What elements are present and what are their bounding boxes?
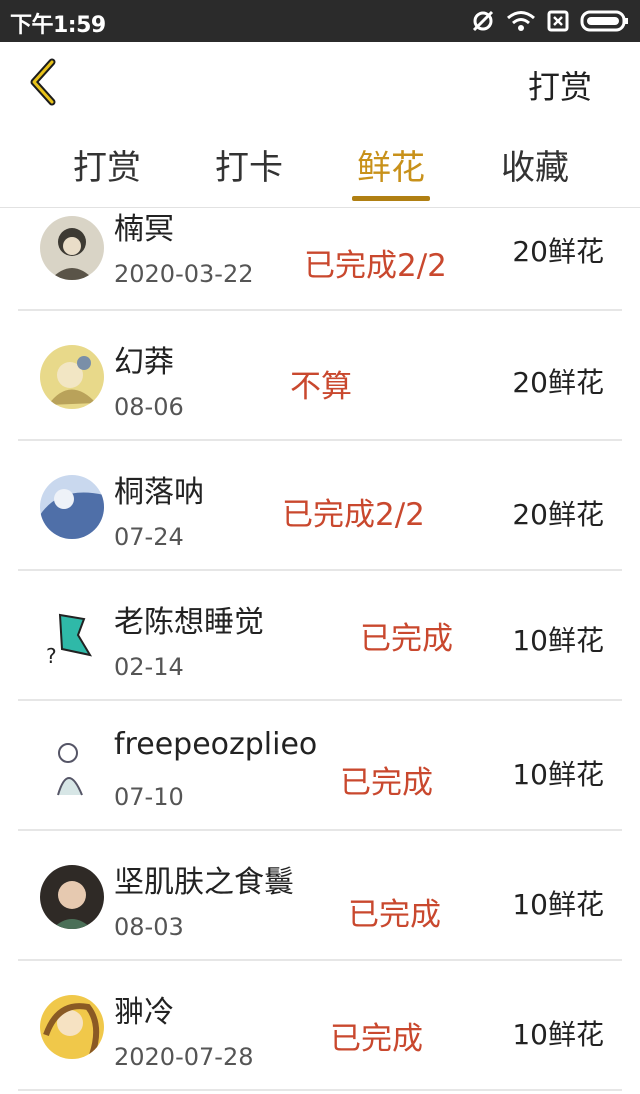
list-item[interactable]: ? 老陈想睡觉 02-14 已完成 10鲜花 xyxy=(18,571,622,701)
list-item[interactable]: 翀冷 2020-07-28 已完成 10鲜花 xyxy=(18,961,622,1091)
battery-icon xyxy=(580,9,630,33)
avatar xyxy=(40,216,104,280)
tab-favorites[interactable]: 收藏 xyxy=(480,140,590,189)
list-item[interactable]: 桐落呐 07-24 已完成2/2 20鲜花 xyxy=(18,441,622,571)
flower-amount: 20鲜花 xyxy=(512,235,604,268)
flower-amount: 10鲜花 xyxy=(512,1018,604,1051)
record-date: 07-24 xyxy=(114,523,184,551)
flower-amount: 10鲜花 xyxy=(512,888,604,921)
user-name: 老陈想睡觉 xyxy=(114,605,264,640)
flower-amount: 10鲜花 xyxy=(512,624,604,657)
list-item[interactable]: 坚肌肤之食鬟 08-03 已完成 10鲜花 xyxy=(18,831,622,961)
back-chevron-icon xyxy=(30,58,56,106)
record-date: 08-06 xyxy=(114,393,184,421)
avatar xyxy=(40,995,104,1059)
avatar xyxy=(40,475,104,539)
status-icons xyxy=(460,8,630,34)
status-time: 下午1:59 xyxy=(10,13,106,38)
user-name: 翀冷 xyxy=(114,995,174,1030)
record-date: 2020-03-22 xyxy=(114,260,254,288)
tab-checkin[interactable]: 打卡 xyxy=(194,140,304,189)
sim-icon xyxy=(546,9,570,33)
user-name: 幻莽 xyxy=(114,345,174,380)
reward-action-button[interactable]: 打赏 xyxy=(528,62,592,108)
list-item[interactable]: 幻莽 08-06 不算 20鲜花 xyxy=(18,311,622,441)
user-name: freepeozplieo xyxy=(114,727,318,762)
list-item[interactable]: 楠冥 2020-03-22 已完成2/2 20鲜花 xyxy=(18,208,622,311)
status-label: 已完成2/2 xyxy=(282,497,425,533)
avatar: ? xyxy=(40,605,104,669)
user-name: 楠冥 xyxy=(114,212,174,247)
flower-amount: 20鲜花 xyxy=(512,366,604,399)
tab-active-indicator xyxy=(352,196,430,201)
list-item[interactable]: freepeozplieo 07-10 已完成 10鲜花 xyxy=(18,701,622,831)
user-name: 桐落呐 xyxy=(114,475,204,510)
svg-text:?: ? xyxy=(46,644,57,668)
record-date: 2020-07-28 xyxy=(114,1043,254,1071)
avatar xyxy=(40,345,104,409)
back-button[interactable] xyxy=(18,54,68,110)
user-name: 坚肌肤之食鬟 xyxy=(114,865,294,900)
header: 打赏 xyxy=(0,42,640,122)
tab-bar: 打赏 打卡 鲜花 收藏 xyxy=(0,124,640,208)
avatar xyxy=(40,865,104,929)
flower-amount: 10鲜花 xyxy=(512,758,604,791)
flower-amount: 20鲜花 xyxy=(512,498,604,531)
record-date: 02-14 xyxy=(114,653,184,681)
status-label: 已完成 xyxy=(330,1021,423,1057)
status-label: 已完成2/2 xyxy=(304,248,447,284)
status-label: 已完成 xyxy=(348,897,441,933)
tab-reward[interactable]: 打赏 xyxy=(52,140,162,189)
record-date: 07-10 xyxy=(114,783,184,811)
status-bar: 下午1:59 xyxy=(0,0,640,42)
tab-flowers[interactable]: 鲜花 xyxy=(336,140,446,189)
status-label: 已完成 xyxy=(360,621,453,657)
status-label: 已完成 xyxy=(340,765,433,801)
mute-icon xyxy=(470,8,496,34)
status-label: 不算 xyxy=(290,369,352,405)
wifi-icon xyxy=(506,9,536,33)
avatar xyxy=(40,735,104,799)
record-date: 08-03 xyxy=(114,913,184,941)
